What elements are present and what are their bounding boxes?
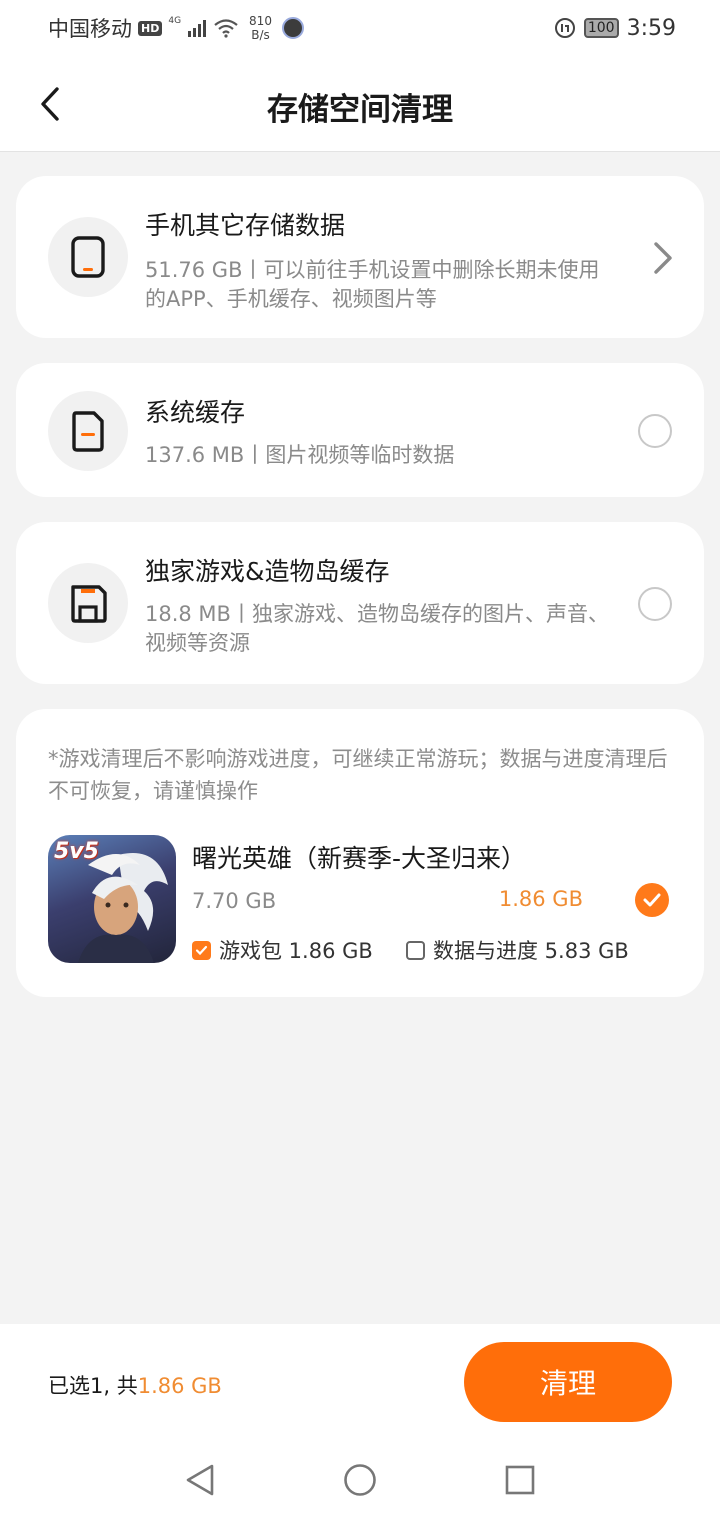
wifi-icon <box>214 19 238 38</box>
net-speed-value: 810 <box>249 14 272 28</box>
game-clean-section: *游戏清理后不影响游戏进度，可继续正常游玩；数据与进度清理后不可恢复，请谨慎操作… <box>16 709 704 997</box>
game-total-size: 7.70 GB <box>192 889 277 913</box>
option-label: 游戏包 1.86 GB <box>219 939 373 963</box>
card-desc: 18.8 MB丨独家游戏、造物岛缓存的图片、声音、视频等资源 <box>145 602 609 655</box>
option-label: 数据与进度 5.83 GB <box>433 939 629 963</box>
clock: 3:59 <box>626 15 676 41</box>
signal-icon <box>188 20 207 37</box>
select-radio[interactable] <box>638 414 672 448</box>
clean-button[interactable]: 清理 <box>464 1342 672 1422</box>
chevron-right-icon <box>654 242 672 274</box>
game-name: 曙光英雄（新赛季-大圣归来） <box>192 844 527 873</box>
game-package-option[interactable]: 游戏包 1.86 GB <box>192 935 373 965</box>
card-desc: 51.76 GB丨可以前往手机设置中删除长期未使用的APP、手机缓存、视频图片等 <box>145 258 600 311</box>
other-storage-card[interactable]: 手机其它存储数据 51.76 GB丨可以前往手机设置中删除长期未使用的APP、手… <box>16 176 704 338</box>
checkbox-unchecked-icon <box>406 940 425 960</box>
status-bar: 中国移动 HD 4G 810 B/s 100 3:59 <box>0 0 720 56</box>
game-clean-notice: *游戏清理后不影响游戏进度，可继续正常游玩；数据与进度清理后不可恢复，请谨慎操作 <box>48 747 668 803</box>
game-selected-size: 1.86 GB <box>498 887 583 911</box>
app-header: 存储空间清理 <box>0 56 720 152</box>
data-saver-icon <box>554 18 575 38</box>
game-app-icon: 5v5 <box>48 835 176 963</box>
carrier-label: 中国移动 <box>48 17 132 41</box>
select-radio[interactable] <box>638 587 672 621</box>
card-title: 手机其它存储数据 <box>145 211 346 240</box>
battery-icon: 100 <box>583 18 619 38</box>
game-data-option[interactable]: 数据与进度 5.83 GB <box>406 935 629 965</box>
system-nav-bar <box>0 1440 720 1520</box>
page-title: 存储空间清理 <box>267 92 453 128</box>
checkbox-checked-icon <box>192 940 211 960</box>
card-title: 独家游戏&造物岛缓存 <box>145 557 390 586</box>
checkmark-icon <box>643 893 661 907</box>
status-right: 100 3:59 <box>554 16 676 41</box>
phone-storage-icon <box>48 217 128 297</box>
save-disk-icon <box>48 563 128 643</box>
recents-square-icon <box>505 1465 535 1495</box>
game-icon-badge: 5v5 <box>54 839 99 864</box>
home-circle-icon <box>344 1464 376 1496</box>
back-triangle-icon <box>186 1464 214 1496</box>
document-icon <box>48 391 128 471</box>
hd-badge: HD <box>138 20 163 36</box>
game-cache-card[interactable]: 独家游戏&造物岛缓存 18.8 MB丨独家游戏、造物岛缓存的图片、声音、视频等资… <box>16 522 704 684</box>
system-cache-card[interactable]: 系统缓存 137.6 MB丨图片视频等临时数据 <box>16 363 704 497</box>
nav-home-button[interactable] <box>335 1455 385 1505</box>
summary-prefix: 已选1, 共 <box>48 1374 138 1398</box>
bottom-action-bar: 已选1, 共1.86 GB 清理 <box>0 1324 720 1440</box>
selection-summary: 已选1, 共1.86 GB <box>48 1370 222 1400</box>
notification-app-icon <box>281 17 304 39</box>
nav-recents-button[interactable] <box>495 1455 545 1505</box>
net-speed: 810 B/s <box>249 14 272 42</box>
net-speed-unit: B/s <box>251 28 270 42</box>
summary-size: 1.86 GB <box>137 1374 222 1398</box>
status-left: 中国移动 HD 4G 810 B/s <box>48 13 304 43</box>
card-title: 系统缓存 <box>145 398 246 427</box>
nav-back-button[interactable] <box>175 1455 225 1505</box>
network-type: 4G <box>168 16 182 26</box>
game-select-check[interactable] <box>635 883 669 917</box>
card-desc: 137.6 MB丨图片视频等临时数据 <box>145 443 455 467</box>
